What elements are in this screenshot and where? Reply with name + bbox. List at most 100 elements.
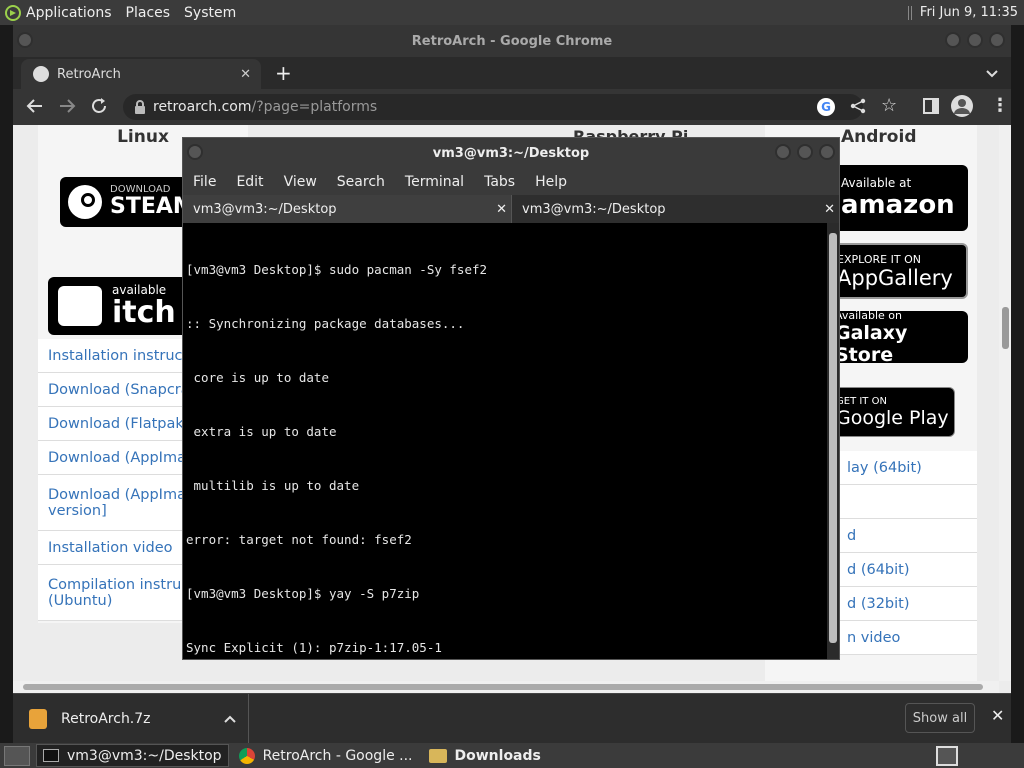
show-desktop-icon[interactable] — [4, 745, 30, 766]
reload-icon[interactable] — [89, 96, 109, 120]
terminal-maximize-icon[interactable] — [797, 144, 813, 160]
terminal-line: Sync Explicit (1): p7zip-1:17.05-1 — [186, 640, 442, 655]
menu-tabs[interactable]: Tabs — [484, 174, 515, 190]
terminal-tab-2-close-icon[interactable]: ✕ — [824, 202, 835, 217]
terminal-tab-1-label: vm3@vm3:~/Desktop — [193, 201, 337, 217]
terminal-line: :: Synchronizing package databases... — [186, 316, 465, 331]
appgallery-label-top: EXPLORE IT ON — [837, 252, 921, 266]
google-lens-icon[interactable]: G — [817, 98, 835, 116]
chrome-app-icon — [238, 747, 255, 764]
terminal-title: vm3@vm3:~/Desktop — [432, 145, 590, 161]
terminal-line: [vm3@vm3 Desktop]$ yay -S p7zip — [186, 586, 420, 601]
terminal-line: extra is up to date — [186, 424, 337, 439]
appgallery-label-main: AppGallery — [837, 265, 953, 290]
menu-view[interactable]: View — [284, 174, 317, 190]
android-heading: Android — [841, 127, 917, 147]
steam-icon — [68, 185, 102, 219]
amazon-label-main: amazon — [841, 190, 955, 220]
new-tab-icon[interactable]: + — [275, 61, 292, 85]
terminal-line: multilib is up to date — [186, 478, 360, 493]
terminal-window-menu-icon[interactable] — [187, 144, 203, 160]
download-options-chevron-icon[interactable] — [224, 709, 236, 728]
page-vertical-scrollbar[interactable] — [999, 125, 1011, 681]
menu-search[interactable]: Search — [337, 174, 385, 190]
galaxy-label-top: Available on — [835, 308, 902, 322]
taskbar: vm3@vm3:~/Desktop RetroArch - Google ...… — [0, 743, 1024, 768]
menu-help[interactable]: Help — [535, 174, 567, 190]
site-info-icon[interactable] — [133, 99, 147, 119]
tab-title: RetroArch — [57, 66, 121, 82]
top-panel: Applications Places System Fri Jun 9, 11… — [0, 0, 1024, 25]
terminal-line: core is up to date — [186, 370, 329, 385]
terminal-titlebar[interactable]: vm3@vm3:~/Desktop — [183, 138, 839, 168]
gplay-label-top: GET IT ON — [836, 395, 887, 407]
url-path: /?page=platforms — [251, 99, 378, 115]
panel-separator-icon — [907, 5, 912, 20]
taskbar-item-terminal[interactable]: vm3@vm3:~/Desktop — [36, 744, 229, 767]
terminal-output[interactable]: [vm3@vm3 Desktop]$ sudo pacman -Sy fsef2… — [183, 223, 827, 659]
close-icon[interactable] — [989, 32, 1005, 48]
taskbar-item-terminal-label: vm3@vm3:~/Desktop — [67, 747, 222, 764]
forward-icon[interactable] — [57, 96, 77, 120]
download-shelf: RetroArch.7z Show all ✕ — [13, 693, 1011, 743]
terminal-tab-1-close-icon[interactable]: ✕ — [496, 202, 507, 217]
terminal-close-icon[interactable] — [819, 144, 835, 160]
terminal-tab-2-label: vm3@vm3:~/Desktop — [522, 201, 666, 217]
chrome-window-title: RetroArch - Google Chrome — [411, 33, 613, 49]
itch-icon — [58, 286, 102, 326]
address-bar[interactable]: retroarch.com/?page=platforms G — [123, 94, 863, 120]
terminal-line: [vm3@vm3 Desktop]$ sudo pacman -Sy fsef2 — [186, 262, 488, 277]
itch-label-main: itch — [112, 294, 176, 330]
distro-logo-icon[interactable] — [0, 4, 26, 22]
taskbar-item-chrome-label: RetroArch - Google ... — [262, 747, 413, 764]
window-menu-icon[interactable] — [17, 32, 33, 48]
terminal-scroll-thumb[interactable] — [829, 233, 837, 643]
clock[interactable]: Fri Jun 9, 11:35 — [920, 5, 1018, 20]
bookmark-star-icon[interactable]: ☆ — [881, 95, 897, 116]
share-icon[interactable] — [849, 97, 867, 119]
terminal-menubar: File Edit View Search Terminal Tabs Help — [183, 168, 839, 195]
terminal-line: error: target not found: fsef2 — [186, 532, 412, 547]
chrome-titlebar[interactable]: RetroArch - Google Chrome — [13, 25, 1011, 57]
appgallery-store-button[interactable]: EXPLORE IT ON AppGallery — [823, 243, 968, 299]
galaxy-store-button[interactable]: Available on Galaxy Store — [823, 308, 968, 366]
page-scroll-thumb[interactable] — [1002, 307, 1009, 349]
places-menu[interactable]: Places — [126, 5, 171, 21]
tab-strip: RetroArch ✕ + — [13, 57, 1011, 89]
taskbar-item-downloads-label: Downloads — [454, 747, 541, 764]
taskbar-item-downloads[interactable]: Downloads — [423, 744, 547, 767]
terminal-minimize-icon[interactable] — [775, 144, 791, 160]
system-menu[interactable]: System — [184, 5, 236, 21]
menu-file[interactable]: File — [193, 174, 216, 190]
retroarch-favicon-icon — [33, 66, 49, 82]
folder-icon — [428, 748, 447, 763]
profile-avatar-icon[interactable] — [951, 95, 973, 117]
terminal-tab-2[interactable]: vm3@vm3:~/Desktop ✕ — [511, 195, 839, 223]
menu-edit[interactable]: Edit — [236, 174, 263, 190]
toolbar: retroarch.com/?page=platforms G ☆ ⋮ — [13, 89, 1011, 125]
archive-file-icon — [29, 708, 47, 729]
show-all-button[interactable]: Show all — [905, 703, 975, 733]
applications-menu[interactable]: Applications — [26, 5, 112, 21]
amazon-store-button[interactable]: Available at amazon — [823, 165, 968, 231]
back-icon[interactable] — [25, 96, 45, 120]
side-panel-icon[interactable] — [923, 98, 939, 114]
close-download-shelf-icon[interactable]: ✕ — [991, 706, 1004, 725]
tab-retroarch[interactable]: RetroArch ✕ — [21, 59, 261, 89]
taskbar-item-chrome[interactable]: RetroArch - Google ... — [233, 744, 419, 767]
maximize-icon[interactable] — [967, 32, 983, 48]
terminal-tab-1[interactable]: vm3@vm3:~/Desktop ✕ — [183, 195, 511, 223]
tab-search-chevron-icon[interactable] — [985, 65, 999, 79]
tab-close-icon[interactable]: ✕ — [240, 67, 251, 82]
terminal-app-icon — [43, 749, 59, 762]
menu-terminal[interactable]: Terminal — [405, 174, 464, 190]
terminal-window: vm3@vm3:~/Desktop File Edit View Search … — [182, 137, 840, 660]
galaxy-label-main: Galaxy Store — [835, 321, 908, 366]
workspace-switcher-icon[interactable] — [936, 745, 958, 766]
chrome-menu-icon[interactable]: ⋮ — [991, 95, 1009, 116]
download-item[interactable]: RetroArch.7z — [23, 694, 249, 743]
minimize-icon[interactable] — [945, 32, 961, 48]
google-play-store-button[interactable]: GET IT ON Google Play — [823, 387, 955, 437]
terminal-scrollbar[interactable] — [827, 223, 839, 659]
download-file-name: RetroArch.7z — [61, 710, 151, 727]
